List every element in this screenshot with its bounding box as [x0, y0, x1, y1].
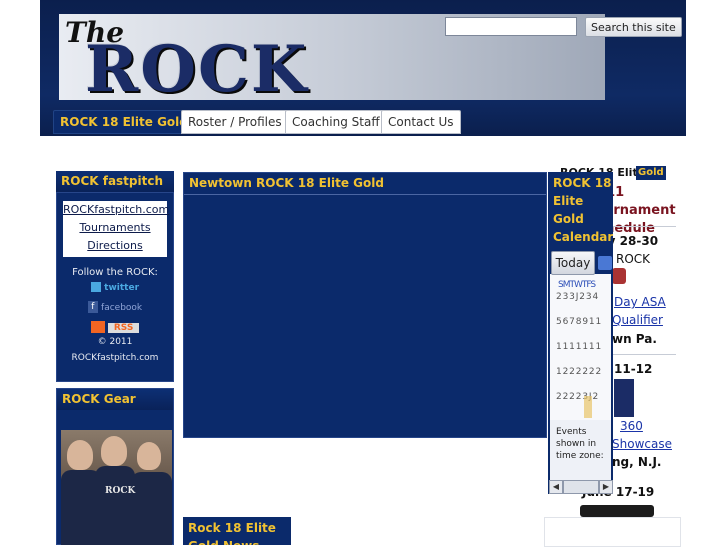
gear-title: ROCK Gear [57, 389, 173, 410]
event-1-link-qualifier[interactable]: Qualifier [612, 313, 663, 327]
copyright-text: © 2011 [97, 337, 133, 347]
link-tournaments[interactable]: Tournaments [63, 219, 167, 237]
next-month-icon[interactable] [598, 256, 612, 270]
scroll-left-icon[interactable]: ◀ [549, 480, 563, 494]
event-1-place: wn Pa. [612, 332, 657, 346]
calendar-title: ROCK 18 Elite Gold Calendar [553, 176, 613, 244]
calendar-week-row[interactable]: 5 6 7 8 9 1 1 [556, 317, 612, 342]
nav-tab-coaching-staff[interactable]: Coaching Staff [285, 110, 387, 134]
facebook-badge[interactable]: f facebook [56, 301, 174, 313]
nav-tab-contact-us[interactable]: Contact Us [381, 110, 461, 134]
person-head [67, 440, 93, 470]
main-title: Newtown ROCK 18 Elite Gold [189, 176, 384, 190]
event-3-logo-icon [580, 505, 654, 517]
event-1-link-asa[interactable]: Day ASA [614, 295, 666, 309]
rss-badge[interactable]: RSS [56, 321, 174, 333]
calendar-highlight-day[interactable] [584, 396, 592, 418]
main-title-divider [184, 194, 546, 195]
right-margin [686, 0, 727, 545]
event-1-org: ROCK [616, 252, 651, 266]
calendar-week-row[interactable]: 1 1 1 1 1 1 1 [556, 342, 612, 367]
calendar-scrollbar[interactable] [563, 480, 599, 494]
left-margin [0, 0, 40, 545]
calendar-week-row[interactable]: 2 3 3 J 2 3 4 [556, 292, 612, 317]
search-button[interactable]: Search this site [585, 17, 682, 37]
follow-text: Follow the ROCK: [72, 267, 158, 278]
search-input[interactable] [445, 17, 577, 36]
event-2-place: ng, N.J. [612, 455, 662, 469]
news-widget: Rock 18 Elite Gold News [183, 517, 291, 545]
person-shirt [131, 472, 172, 545]
person-head [137, 442, 161, 470]
copyright-site-text: ROCKfastpitch.com [71, 353, 159, 363]
fastpitch-links-panel: ROCKfastpitch.com Tournaments Directions [63, 201, 169, 257]
logo-rock-text: ROCK [85, 32, 309, 100]
person-shirt [95, 466, 135, 545]
gear-photo[interactable]: ROCK [61, 430, 172, 545]
nav-tab-rock-18-elite-gold[interactable]: ROCK 18 Elite Gold [53, 110, 195, 134]
twitter-label: twitter [104, 283, 140, 293]
scroll-right-icon[interactable]: ▶ [599, 480, 613, 494]
schedule-gold-badge: Gold [636, 166, 666, 180]
person-head [101, 436, 127, 466]
main-widget: Newtown ROCK 18 Elite Gold [183, 172, 547, 438]
calendar-weekday-header: SMTWTFS [558, 280, 596, 290]
today-button[interactable]: Today [551, 251, 595, 275]
fastpitch-title: ROCK fastpitch [56, 171, 174, 192]
rss-label: RSS [107, 323, 140, 333]
calendar-timezone-note: Events shown in time zone: [556, 427, 604, 461]
link-directions[interactable]: Directions [63, 237, 167, 255]
nav-tab-roster-profiles[interactable]: Roster / Profiles [181, 110, 289, 134]
link-rockfastpitch[interactable]: ROCKfastpitch.com [63, 201, 169, 219]
event-2-date: 11-12 [614, 362, 653, 376]
footer-widget [544, 517, 681, 547]
event-2-link-showcase[interactable]: Showcase [612, 437, 672, 451]
calendar-week-row[interactable]: 1 2 2 2 2 2 2 [556, 367, 612, 392]
gear-shirt-text: ROCK [105, 486, 136, 496]
twitter-icon [90, 282, 101, 292]
event-2-link-360[interactable]: 360 [620, 419, 643, 433]
facebook-label: facebook [101, 303, 143, 313]
news-title: Rock 18 Elite Gold News [188, 521, 276, 545]
follow-section: Follow the ROCK: twitter f facebook RSS … [56, 262, 174, 363]
event-1-logo-icon [612, 268, 626, 284]
event-2-logo-icon [613, 378, 635, 418]
rss-icon [90, 321, 105, 333]
facebook-icon: f [87, 301, 98, 313]
fastpitch-widget-header: ROCK fastpitch [56, 171, 174, 192]
